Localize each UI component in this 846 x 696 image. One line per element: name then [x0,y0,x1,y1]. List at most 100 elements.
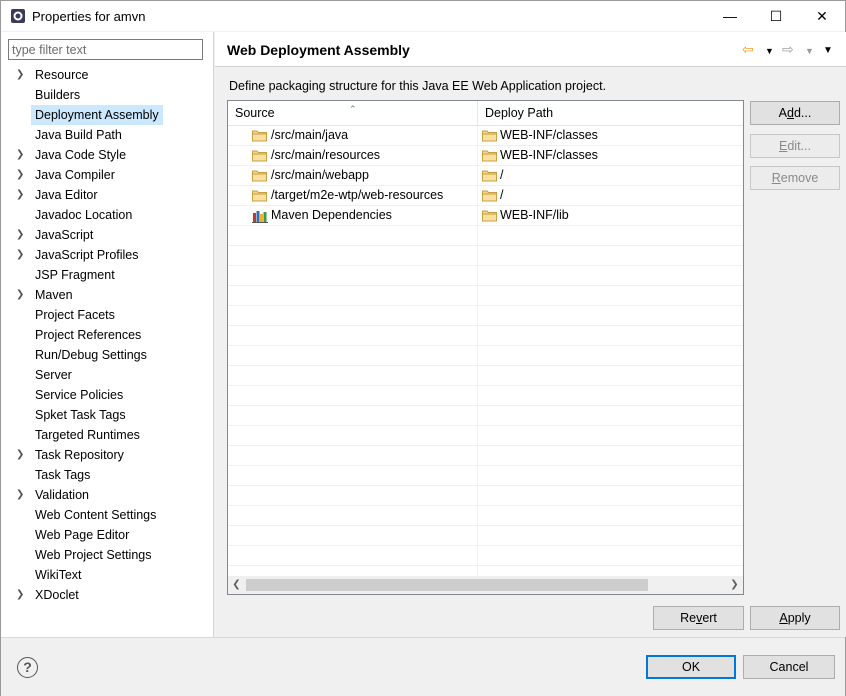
filter-input[interactable] [8,39,203,60]
tree-item-targeted-runtimes[interactable]: Targeted Runtimes [1,425,213,445]
forward-dropdown-icon[interactable]: ▼ [805,43,814,59]
forward-arrow-icon[interactable]: ⇨ [782,41,794,57]
empty-table-row [228,326,743,346]
empty-cell [228,466,478,486]
folder-icon [252,150,267,162]
expand-chevron-icon[interactable]: ❯ [16,145,26,165]
empty-table-row [228,386,743,406]
title-bar[interactable]: Properties for amvn — ☐ ✕ [1,1,845,31]
tree-item-xdoclet[interactable]: ❯ XDoclet [1,585,213,605]
deploy-path-text: / [500,168,504,182]
tree-item-java-editor[interactable]: ❯ Java Editor [1,185,213,205]
source-text: Maven Dependencies [271,208,392,222]
tree-item-java-compiler[interactable]: ❯ Java Compiler [1,165,213,185]
tree-item-project-facets[interactable]: Project Facets [1,305,213,325]
view-menu-icon[interactable]: ▼ [823,43,833,59]
tree-item-label: Java Editor [35,188,98,202]
tree-item-label: Maven [35,288,73,302]
expand-chevron-icon[interactable]: ❯ [16,225,26,245]
source-cell[interactable]: /src/main/java [228,126,478,146]
minimize-button[interactable]: — [707,1,753,31]
table-row[interactable]: Maven Dependencies WEB-INF/lib [228,206,743,226]
expand-chevron-icon[interactable]: ❯ [16,65,26,85]
tree-item-label: Service Policies [35,388,124,402]
expand-chevron-icon[interactable]: ❯ [16,585,26,605]
page-title: Web Deployment Assembly [227,42,410,58]
tree-item-web-content-settings[interactable]: Web Content Settings [1,505,213,525]
tree-item-task-tags[interactable]: Task Tags [1,465,213,485]
empty-cell [228,226,478,246]
expand-chevron-icon[interactable]: ❯ [16,165,26,185]
expand-chevron-icon[interactable]: ❯ [16,445,26,465]
source-cell[interactable]: /src/main/webapp [228,166,478,186]
source-cell[interactable]: /target/m2e-wtp/web-resources [228,186,478,206]
tree-item-javascript[interactable]: ❯ JavaScript [1,225,213,245]
help-icon[interactable]: ? [17,657,38,678]
tree-item-web-page-editor[interactable]: Web Page Editor [1,525,213,545]
tree-item-validation[interactable]: ❯ Validation [1,485,213,505]
ok-button[interactable]: OK [646,655,736,679]
folder-icon [252,130,267,142]
table-row[interactable]: /src/main/resources WEB-INF/classes [228,146,743,166]
deploy-path-cell[interactable]: WEB-INF/classes [478,146,743,166]
add-button[interactable]: Add... [750,101,840,125]
tree-item-resource[interactable]: ❯ Resource [1,65,213,85]
source-cell[interactable]: /src/main/resources [228,146,478,166]
column-header-deploy-path[interactable]: Deploy Path [478,101,743,126]
tree-item-maven[interactable]: ❯ Maven [1,285,213,305]
deploy-path-cell[interactable]: / [478,186,743,206]
maximize-button[interactable]: ☐ [753,1,799,31]
empty-table-row [228,406,743,426]
back-arrow-icon[interactable]: ⇦ [742,41,754,57]
revert-button[interactable]: Revert [653,606,744,630]
tree-item-label: WikiText [35,568,82,582]
empty-table-row [228,346,743,366]
column-header-source[interactable]: Source ⌃ [228,101,478,126]
table-row[interactable]: /target/m2e-wtp/web-resources / [228,186,743,206]
tree-item-deployment-assembly[interactable]: Deployment Assembly [1,105,213,125]
tree-item-run-debug-settings[interactable]: Run/Debug Settings [1,345,213,365]
apply-button[interactable]: Apply [750,606,840,630]
scroll-right-icon[interactable]: ❯ [726,576,743,594]
tree-item-wikitext[interactable]: WikiText [1,565,213,585]
tree-item-task-repository[interactable]: ❯ Task Repository [1,445,213,465]
deploy-path-text: WEB-INF/classes [500,148,598,162]
remove-button[interactable]: Remove [750,166,840,190]
tree-item-web-project-settings[interactable]: Web Project Settings [1,545,213,565]
tree-item-jsp-fragment[interactable]: JSP Fragment [1,265,213,285]
edit-button[interactable]: Edit... [750,134,840,158]
deploy-path-cell[interactable]: WEB-INF/classes [478,126,743,146]
expand-chevron-icon[interactable]: ❯ [16,485,26,505]
tree-item-builders[interactable]: Builders [1,85,213,105]
back-dropdown-icon[interactable]: ▼ [765,43,774,59]
deploy-path-cell[interactable]: / [478,166,743,186]
window-title: Properties for amvn [32,9,146,24]
tree-item-label: Project Facets [35,308,115,322]
tree-item-javascript-profiles[interactable]: ❯ JavaScript Profiles [1,245,213,265]
folder-icon [482,190,497,202]
table-row[interactable]: /src/main/java WEB-INF/classes [228,126,743,146]
tree-item-server[interactable]: Server [1,365,213,385]
cancel-button[interactable]: Cancel [743,655,835,679]
deploy-path-cell[interactable]: WEB-INF/lib [478,206,743,226]
tree-item-javadoc-location[interactable]: Javadoc Location [1,205,213,225]
empty-table-row [228,226,743,246]
expand-chevron-icon[interactable]: ❯ [16,185,26,205]
tree-item-java-code-style[interactable]: ❯ Java Code Style [1,145,213,165]
scrollbar-thumb[interactable] [246,579,648,591]
empty-cell [228,386,478,406]
scroll-left-icon[interactable]: ❮ [228,576,245,594]
expand-chevron-icon[interactable]: ❯ [16,245,26,265]
source-cell[interactable]: Maven Dependencies [228,206,478,226]
close-button[interactable]: ✕ [799,1,845,31]
category-tree: ❯ Resource Builders Deployment Assembly Java… [1,65,213,605]
tree-item-label: Javadoc Location [35,208,133,222]
tree-item-spket-task-tags[interactable]: Spket Task Tags [1,405,213,425]
expand-chevron-icon[interactable]: ❯ [16,285,26,305]
tree-item-service-policies[interactable]: Service Policies [1,385,213,405]
tree-item-java-build-path[interactable]: Java Build Path [1,125,213,145]
tree-item-project-references[interactable]: Project References [1,325,213,345]
folder-icon [482,150,497,162]
table-row[interactable]: /src/main/webapp / [228,166,743,186]
horizontal-scrollbar[interactable]: ❮ ❯ [228,576,743,594]
